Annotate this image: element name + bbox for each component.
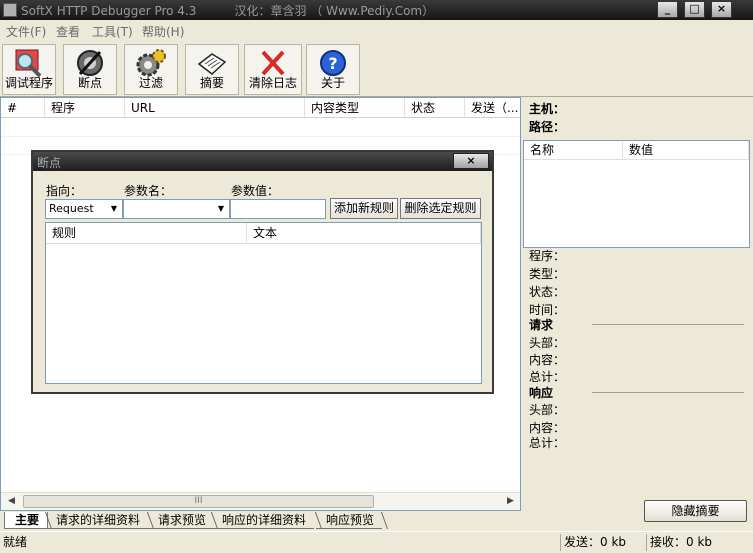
column-header-url[interactable]: URL: [125, 98, 305, 118]
tab-request-preview[interactable]: 请求预览: [148, 512, 215, 529]
column-header-value[interactable]: 数值: [623, 141, 749, 160]
menu-help[interactable]: 帮助(H): [142, 23, 184, 40]
about-label: 关于: [320, 76, 345, 90]
summary-button[interactable]: 摘要: [185, 44, 239, 95]
about-button[interactable]: ? 关于: [306, 44, 360, 95]
param-name-select[interactable]: ▼: [123, 199, 230, 219]
summary-label: 摘要: [199, 76, 224, 90]
program-label: 程序：: [529, 249, 566, 263]
filter-button[interactable]: 过滤: [124, 44, 178, 95]
name-value-table[interactable]: 名称 数值: [523, 140, 750, 248]
breakpoint-dialog: 断点 × 指向： 参数名： 参数值： Request ▼ ▼ 添加新规则 删除选…: [31, 150, 494, 394]
toolbar: 调试程序 断点 过滤 摘要 清除日志 ? 关于: [0, 41, 753, 97]
menu-bar: 文件(F) 查看 工具(T) 帮助(H): [0, 20, 753, 41]
tab-main[interactable]: 主要: [4, 512, 49, 529]
column-header-text[interactable]: 文本: [247, 223, 481, 244]
breakpoint-button[interactable]: 断点: [63, 44, 117, 95]
debug-program-button[interactable]: 调试程序: [2, 44, 56, 95]
status-ready: 就绪: [3, 535, 28, 549]
response-separator: [592, 392, 744, 393]
status-sent: 发送：0 kb: [560, 534, 646, 551]
host-label: 主机：: [529, 102, 566, 116]
tab-response-preview[interactable]: 响应预览: [316, 512, 383, 529]
request-content-label: 内容：: [529, 353, 566, 367]
request-header-label: 头部：: [529, 336, 566, 350]
add-rule-button[interactable]: 添加新规则: [330, 198, 398, 219]
rules-list[interactable]: 规则 文本: [45, 222, 482, 384]
status-label: 状态：: [529, 285, 566, 299]
param-name-label: 参数名：: [124, 184, 173, 198]
param-value-input[interactable]: [230, 199, 326, 219]
scroll-left-icon[interactable]: ◀: [3, 493, 20, 510]
window-title: SoftX HTTP Debugger Pro 4.3 汉化：章含羽 （ Www…: [21, 4, 435, 18]
request-list-header: # 程序 URL 内容类型 状态 发送（...: [1, 98, 520, 118]
param-value-label: 参数值：: [231, 184, 280, 198]
response-heading: 响应: [529, 386, 554, 400]
column-header-content-type[interactable]: 内容类型: [305, 98, 405, 118]
close-button[interactable]: ×: [711, 1, 732, 18]
horizontal-scrollbar[interactable]: ◀ III ▶: [1, 492, 520, 510]
path-label: 路径：: [529, 120, 566, 134]
request-separator: [592, 324, 744, 325]
minimize-button[interactable]: _: [657, 1, 678, 18]
column-header-sent[interactable]: 发送（...: [465, 98, 520, 118]
chevron-down-icon: ▼: [110, 204, 118, 213]
clear-log-label: 清除日志: [248, 76, 297, 90]
svg-text:?: ?: [328, 54, 337, 73]
clear-log-button[interactable]: 清除日志: [244, 44, 302, 95]
breakpoint-dialog-title: 断点: [37, 156, 62, 170]
hide-summary-button[interactable]: 隐藏摘要: [644, 500, 747, 522]
menu-view[interactable]: 查看: [56, 23, 80, 40]
response-total-label: 总计：: [529, 436, 566, 450]
title-bar: SoftX HTTP Debugger Pro 4.3 汉化：章含羽 （ Www…: [0, 0, 753, 20]
app-icon: [3, 3, 17, 17]
column-header-rule[interactable]: 规则: [46, 223, 247, 244]
direction-select[interactable]: Request ▼: [45, 199, 123, 219]
request-heading: 请求: [529, 318, 554, 332]
tab-response-details[interactable]: 响应的详细资料: [212, 512, 315, 529]
detail-tabs: 主要 请求的详细资料 请求预览 响应的详细资料 响应预览: [0, 511, 521, 531]
delete-rule-button[interactable]: 删除选定规则: [400, 198, 481, 219]
status-received: 接收：0 kb: [646, 534, 751, 551]
tab-request-details[interactable]: 请求的详细资料: [46, 512, 149, 529]
menu-tools[interactable]: 工具(T): [92, 23, 133, 40]
debug-program-label: 调试程序: [4, 76, 53, 90]
type-label: 类型：: [529, 267, 566, 281]
request-total-label: 总计：: [529, 370, 566, 384]
response-header-label: 头部：: [529, 403, 566, 417]
grid-line: [1, 136, 520, 137]
status-bar: 就绪 发送：0 kb 接收：0 kb: [0, 531, 753, 553]
column-header-name[interactable]: 名称: [524, 141, 623, 160]
breakpoint-dialog-titlebar: 断点 ×: [33, 152, 492, 171]
chevron-down-icon: ▼: [217, 204, 225, 213]
direction-label: 指向：: [46, 184, 83, 198]
maximize-button[interactable]: □: [684, 1, 705, 18]
menu-file[interactable]: 文件(F): [6, 23, 46, 40]
scroll-thumb[interactable]: III: [23, 495, 374, 508]
dialog-close-button[interactable]: ×: [453, 153, 489, 169]
summary-panel: 主机： 路径： 名称 数值 程序： 类型： 状态： 时间： 请求 头部： 内容：…: [521, 97, 753, 531]
column-header-status[interactable]: 状态: [405, 98, 465, 118]
column-header-number[interactable]: #: [1, 98, 45, 118]
filter-label: 过滤: [138, 76, 163, 90]
breakpoint-label: 断点: [77, 76, 102, 90]
column-header-program[interactable]: 程序: [45, 98, 125, 118]
scroll-right-icon[interactable]: ▶: [502, 493, 519, 510]
direction-value: Request: [49, 202, 94, 215]
